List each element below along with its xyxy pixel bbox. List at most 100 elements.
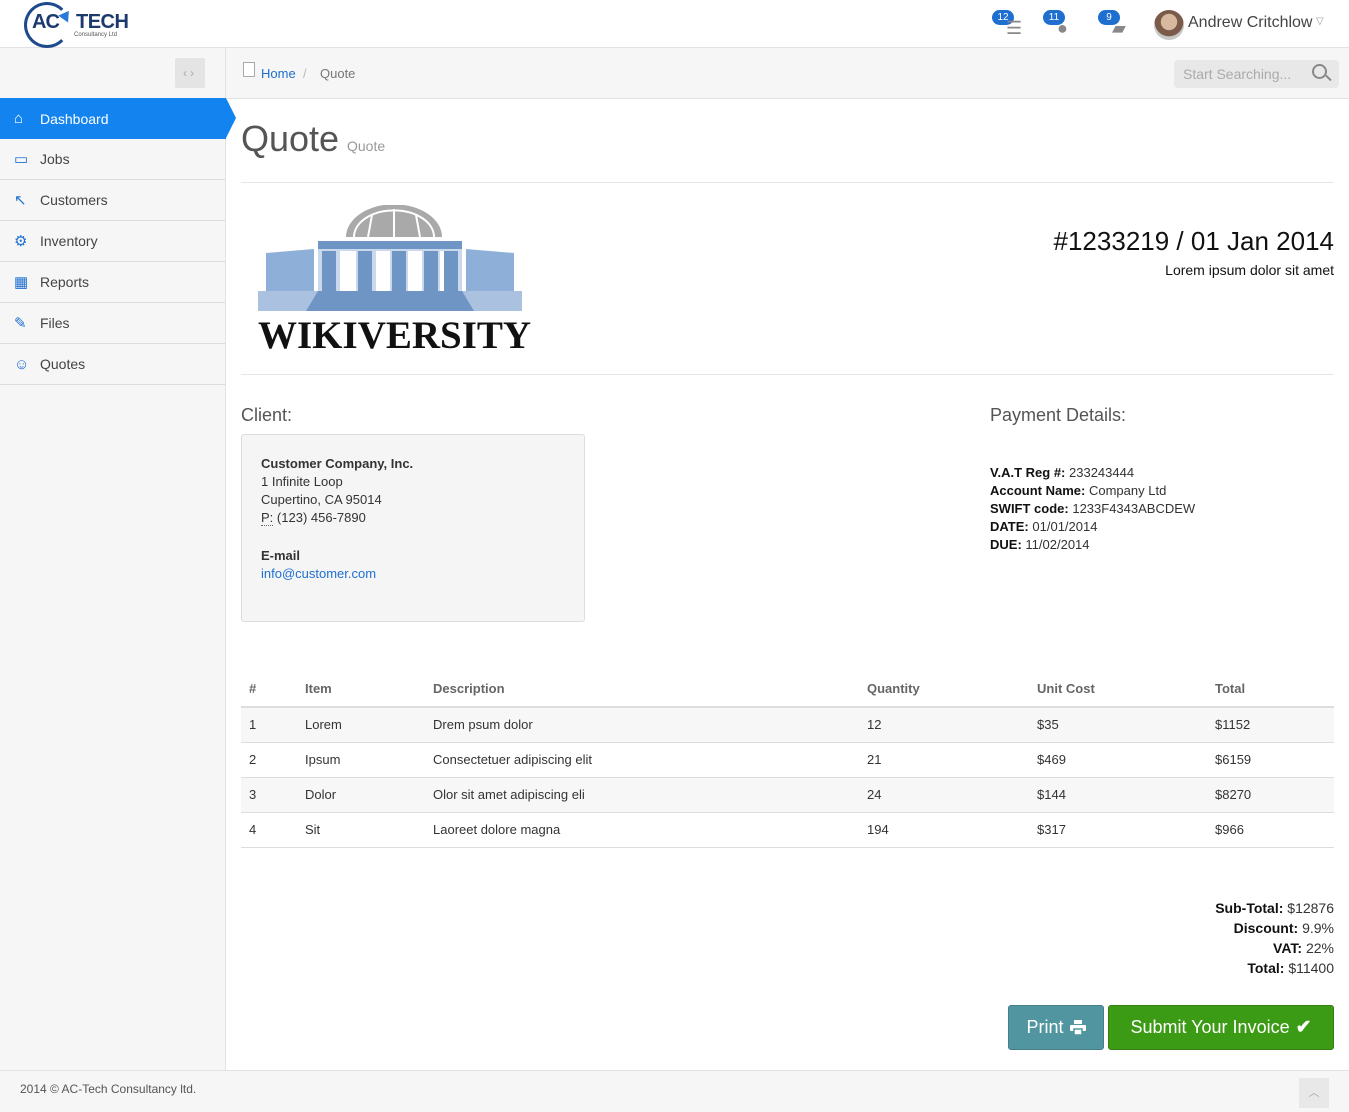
client-phone: (123) 456-7890 (276, 510, 366, 525)
quote-number: #1233219 / 01 Jan 2014 (1053, 226, 1334, 256)
print-button[interactable]: Print (1008, 1005, 1104, 1050)
divider (241, 374, 1334, 375)
due-value: 11/02/2014 (1025, 537, 1090, 552)
due-row: DUE: 11/02/2014 (990, 536, 1195, 554)
tasks-notification[interactable]: 12 ☰ (992, 10, 1026, 38)
print-label: Print (1026, 1017, 1064, 1037)
table-header-row: # Item Description Quantity Unit Cost To… (241, 671, 1334, 708)
chevron-down-icon[interactable]: ▽ (1316, 16, 1324, 27)
grand-total-label: Total: (1247, 960, 1285, 976)
wikiversity-logo: WIKIVERSITY (258, 204, 531, 357)
cell-number: 4 (241, 812, 297, 848)
user-icon: ☺ (14, 355, 30, 373)
home-icon: ⌂ (14, 110, 24, 127)
printer-icon (1069, 1020, 1086, 1035)
sidebar-item-inventory[interactable]: ⚙ Inventory (0, 221, 226, 262)
due-label: DUE: (990, 537, 1022, 552)
footer-copyright: 2014 © AC-Tech Consultancy ltd. (20, 1082, 197, 1096)
sidebar-item-label: Quotes (40, 356, 86, 372)
cell-total: $6159 (1207, 742, 1334, 778)
check-icon: ✔ (1295, 1017, 1312, 1038)
list-icon: ☰ (1006, 18, 1023, 38)
payment-details: V.A.T Reg #: 233243444 Account Name: Com… (990, 464, 1195, 554)
cell-unit-cost: $35 (1029, 707, 1207, 743)
sidebar-item-label: Files (40, 315, 70, 331)
cell-quantity: 21 (859, 742, 1029, 778)
wikiversity-wordmark: WIKIVERSITY (258, 314, 532, 357)
vat-value: 233243444 (1069, 465, 1135, 480)
col-header-item: Item (297, 671, 425, 708)
top-header: AC TECH Consultancy Ltd 12 ☰ 11 ● 9 ▰ An… (0, 0, 1349, 48)
footer: 2014 © AC-Tech Consultancy ltd. ︿ (0, 1070, 1349, 1112)
cell-item: Dolor (297, 777, 425, 813)
grid-icon: ▦ (14, 274, 29, 291)
alerts-notification[interactable]: 11 ● (1043, 10, 1077, 38)
col-header-description: Description (425, 671, 859, 708)
phone-label: P: (261, 510, 274, 526)
discount-row: Discount: 9.9% (1215, 918, 1334, 938)
monitor-icon: ▭ (14, 151, 29, 168)
logo-ac-text: AC (32, 11, 60, 33)
avatar[interactable] (1154, 10, 1184, 40)
sidebar-item-quotes[interactable]: ☺ Quotes (0, 344, 226, 385)
swift-value: 1233F4343ABCDEW (1072, 501, 1196, 516)
cell-number: 3 (241, 777, 297, 813)
cell-quantity: 24 (859, 777, 1029, 813)
table-row: 4 Sit Laoreet dolore magna 194 $317 $966 (241, 812, 1334, 848)
cell-total: $1152 (1207, 707, 1334, 743)
date-value: 01/01/2014 (1032, 519, 1098, 534)
breadcrumb-current: Quote (320, 66, 356, 81)
account-row: Account Name: Company Ltd (990, 482, 1195, 500)
cell-description: Drem psum dolor (425, 707, 859, 743)
edit-icon: ✎ (14, 315, 27, 332)
divider (241, 182, 1334, 183)
search-icon[interactable] (1312, 64, 1327, 79)
messages-notification[interactable]: 9 ▰ (1098, 10, 1132, 38)
sidebar: ‹› ⌂ Dashboard ▭ Jobs ↖ Customers ⚙ Inve… (0, 48, 236, 1070)
col-header-unit-cost: Unit Cost (1029, 671, 1207, 708)
page-title: Quote (241, 118, 340, 159)
table-row: 2 Ipsum Consectetuer adipiscing elit 21 … (241, 742, 1334, 778)
cell-description: Laoreet dolore magna (425, 812, 859, 848)
client-heading: Client: (241, 405, 293, 425)
discount-label: Discount: (1233, 920, 1299, 936)
subtotal-label: Sub-Total: (1215, 900, 1284, 916)
cell-number: 2 (241, 742, 297, 778)
client-company: Customer Company, Inc. (261, 456, 414, 471)
submit-invoice-button[interactable]: Submit Your Invoice ✔ (1108, 1005, 1334, 1050)
company-logo[interactable]: AC TECH Consultancy Ltd (24, 2, 134, 48)
breadcrumb: Home / Quote (226, 48, 1349, 99)
cell-unit-cost: $469 (1029, 742, 1207, 778)
swift-row: SWIFT code: 1233F4343ABCDEW (990, 500, 1195, 518)
subtotal-row: Sub-Total: $12876 (1215, 898, 1334, 918)
vat-row: V.A.T Reg #: 233243444 (990, 464, 1195, 482)
col-header-number: # (241, 671, 297, 708)
sidebar-nav: ⌂ Dashboard ▭ Jobs ↖ Customers ⚙ Invento… (0, 98, 236, 385)
client-address-box: Customer Company, Inc. 1 Infinite Loop C… (241, 434, 585, 622)
cell-quantity: 194 (859, 812, 1029, 848)
sidebar-item-jobs[interactable]: ▭ Jobs (0, 139, 226, 180)
col-header-quantity: Quantity (859, 671, 1029, 708)
client-phone-row: P: (123) 456-7890 (261, 509, 565, 527)
email-label: E-mail (261, 548, 301, 563)
table-row: 3 Dolor Olor sit amet adipiscing eli 24 … (241, 777, 1334, 813)
sidebar-item-label: Jobs (40, 151, 70, 167)
cell-description: Olor sit amet adipiscing eli (425, 777, 859, 813)
breadcrumb-separator: / (303, 66, 307, 81)
client-email-link[interactable]: info@customer.com (261, 566, 376, 581)
scroll-to-top-button[interactable]: ︿ (1299, 1078, 1329, 1108)
user-name[interactable]: Andrew Critchlow (1188, 14, 1312, 32)
cursor-icon: ↖ (14, 192, 27, 209)
cell-item: Ipsum (297, 742, 425, 778)
payment-heading: Payment Details: (990, 405, 1127, 425)
subtotal-value: $12876 (1287, 900, 1334, 916)
chat-icon: ▰ (1112, 18, 1126, 38)
sidebar-item-customers[interactable]: ↖ Customers (0, 180, 226, 221)
breadcrumb-home-link[interactable]: Home (261, 66, 296, 81)
sidebar-item-reports[interactable]: ▦ Reports (0, 262, 226, 303)
cell-total: $8270 (1207, 777, 1334, 813)
sidebar-item-files[interactable]: ✎ Files (0, 303, 226, 344)
sidebar-collapse-button[interactable]: ‹› (175, 58, 205, 88)
sidebar-item-dashboard[interactable]: ⌂ Dashboard (0, 98, 236, 139)
gear-icon: ⚙ (14, 233, 28, 250)
